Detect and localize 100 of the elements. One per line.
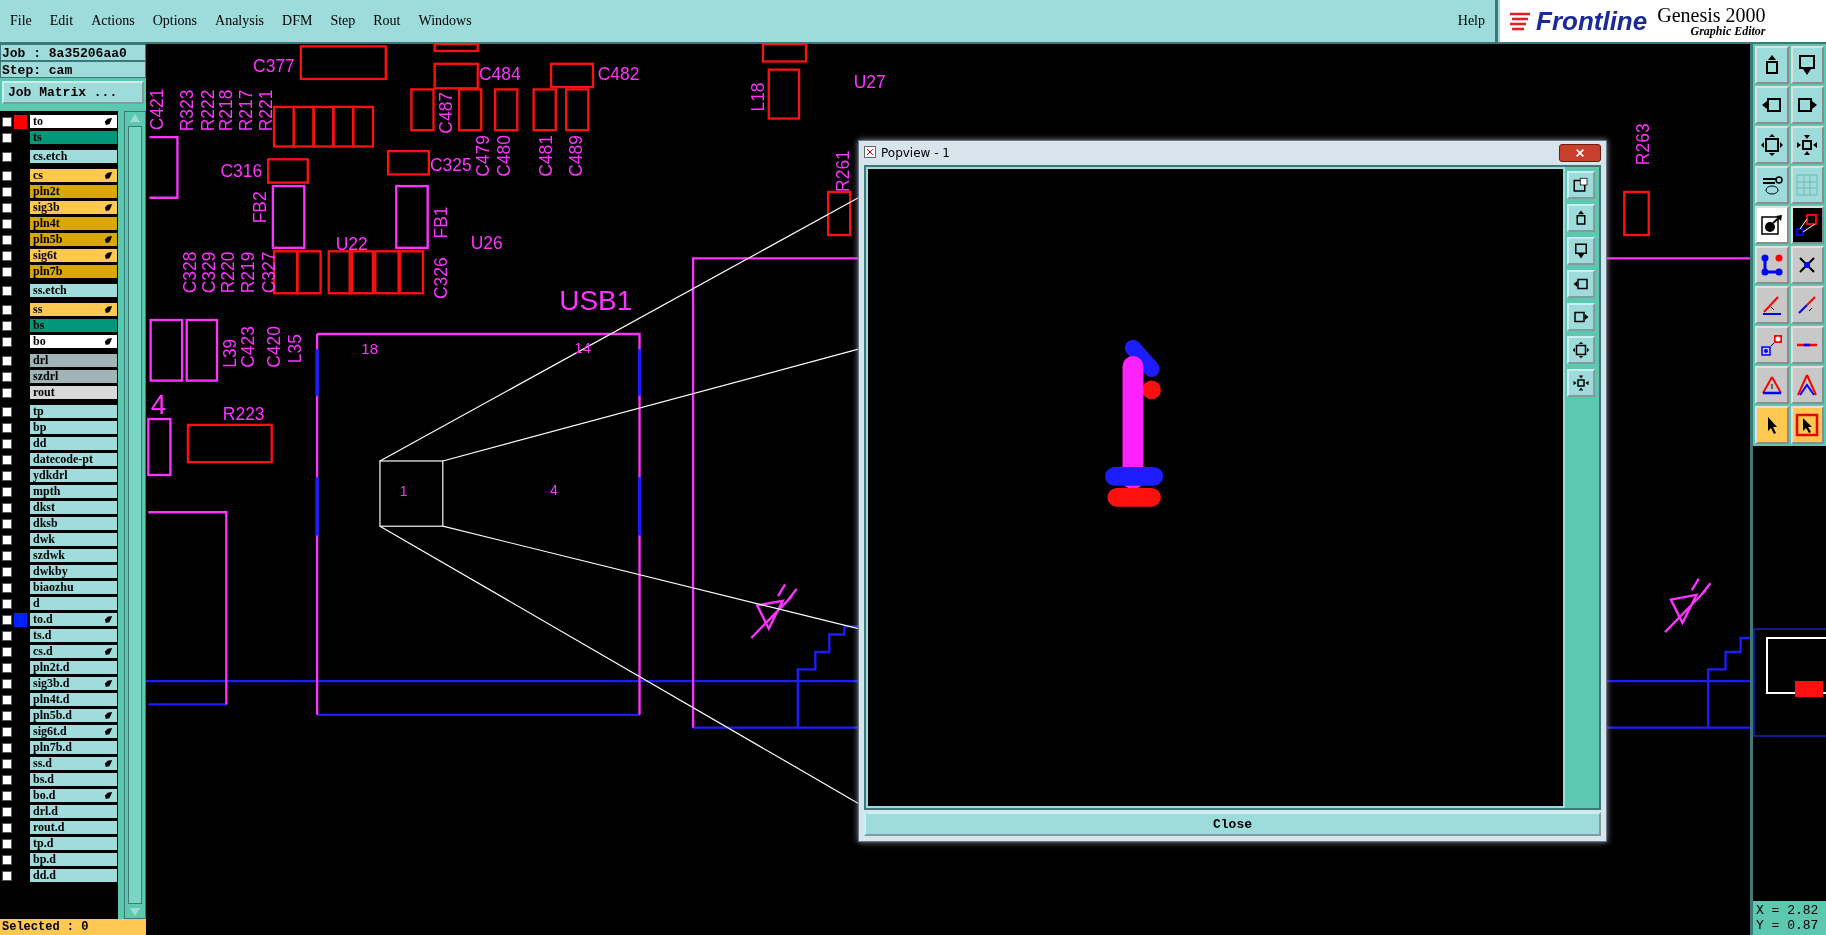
layer-name[interactable]: bs (29, 318, 118, 333)
layer-name[interactable]: rout.d (29, 820, 118, 835)
layer-checkbox[interactable] (2, 518, 12, 529)
layer-name[interactable]: dkst (29, 500, 118, 515)
layer-checkbox[interactable] (2, 304, 12, 315)
layer-checkbox[interactable] (2, 371, 12, 382)
box-arrow-down-icon[interactable] (1790, 46, 1824, 84)
layer-name[interactable]: pln4t.d (29, 692, 118, 707)
layer-name[interactable]: pln4t (29, 216, 118, 231)
cross-icon[interactable] (1790, 246, 1824, 284)
menu-item[interactable]: Step (330, 13, 356, 29)
layer-checkbox[interactable] (2, 598, 12, 609)
menu-item[interactable]: Windows (418, 13, 472, 29)
layer-name[interactable]: dwk (29, 532, 118, 547)
layer-checkbox[interactable] (2, 132, 12, 143)
layer-checkbox[interactable] (2, 406, 12, 417)
layer-checkbox[interactable] (2, 151, 12, 162)
layer-checkbox[interactable] (2, 285, 12, 296)
layer-checkbox[interactable] (2, 790, 12, 801)
job-matrix-button[interactable]: Job Matrix ... (2, 81, 144, 104)
layer-checkbox[interactable] (2, 250, 12, 261)
box-arrow-left-icon[interactable] (1755, 86, 1789, 124)
menu-item[interactable]: File (10, 13, 32, 29)
layer-name[interactable]: szdrl (29, 369, 118, 384)
help-menu[interactable]: Help (1457, 13, 1485, 29)
layer-checkbox[interactable] (2, 422, 12, 433)
layer-checkbox[interactable] (2, 116, 12, 127)
pointer-frame-icon[interactable] (1790, 406, 1824, 444)
layer-name[interactable]: cs (29, 168, 118, 183)
small-square-arrows-icon[interactable] (1567, 369, 1595, 397)
layer-name[interactable]: bs.d (29, 772, 118, 787)
overview-map[interactable] (1753, 628, 1826, 738)
layer-name[interactable]: sig3b (29, 200, 118, 215)
layer-name[interactable]: sig6t (29, 248, 118, 263)
box-arrow-up-icon[interactable] (1755, 46, 1789, 84)
layer-name[interactable]: to (29, 114, 118, 129)
layer-name[interactable]: pln5b.d (29, 708, 118, 723)
box-arrow-left-icon[interactable] (1567, 270, 1595, 298)
layer-name[interactable]: tp.d (29, 836, 118, 851)
menu-item[interactable]: DFM (282, 13, 313, 29)
layer-name[interactable]: ts (29, 130, 118, 145)
layer-checkbox[interactable] (2, 838, 12, 849)
layer-name[interactable]: bo.d (29, 788, 118, 803)
layer-checkbox[interactable] (2, 582, 12, 593)
pointer-icon[interactable] (1755, 406, 1789, 444)
layer-name[interactable]: ydkdrl (29, 468, 118, 483)
layer-checkbox[interactable] (2, 854, 12, 865)
layer-name[interactable]: ss.d (29, 756, 118, 771)
layer-name[interactable]: d (29, 596, 118, 611)
layer-checkbox[interactable] (2, 614, 12, 625)
square-arrows-icon[interactable] (1567, 336, 1595, 364)
box-arrow-up-icon[interactable] (1567, 204, 1595, 232)
layer-name[interactable]: drl (29, 353, 118, 368)
frame-icon[interactable] (1567, 171, 1595, 199)
layer-name[interactable]: biaozhu (29, 580, 118, 595)
layer-name[interactable]: pln7b (29, 264, 118, 279)
layer-name[interactable]: szdwk (29, 548, 118, 563)
layer-name[interactable]: drl.d (29, 804, 118, 819)
layer-checkbox[interactable] (2, 870, 12, 881)
layer-checkbox[interactable] (2, 336, 12, 347)
layer-checkbox[interactable] (2, 550, 12, 561)
layer-name[interactable]: rout (29, 385, 118, 400)
layer-name[interactable]: bp.d (29, 852, 118, 867)
layer-checkbox[interactable] (2, 534, 12, 545)
layer-checkbox[interactable] (2, 566, 12, 577)
layer-checkbox[interactable] (2, 170, 12, 181)
layer-checkbox[interactable] (2, 438, 12, 449)
square-arrows-icon[interactable] (1755, 126, 1789, 164)
box-arrow-right-icon[interactable] (1790, 86, 1824, 124)
layer-checkbox[interactable] (2, 646, 12, 657)
close-button[interactable]: Close (864, 812, 1601, 836)
layer-name[interactable]: dksb (29, 516, 118, 531)
layer-name[interactable]: pln7b.d (29, 740, 118, 755)
box-arrow-down-icon[interactable] (1567, 237, 1595, 265)
layer-checkbox[interactable] (2, 470, 12, 481)
layer-name[interactable]: pln5b (29, 232, 118, 247)
layer-checkbox[interactable] (2, 630, 12, 641)
layer-name[interactable]: mpth (29, 484, 118, 499)
layer-checkbox[interactable] (2, 694, 12, 705)
layer-name[interactable]: dd (29, 436, 118, 451)
menu-item[interactable]: Options (152, 13, 198, 29)
layer-checkbox[interactable] (2, 502, 12, 513)
layer-checkbox[interactable] (2, 234, 12, 245)
layer-checkbox[interactable] (2, 320, 12, 331)
layer-name[interactable]: bo (29, 334, 118, 349)
layer-name[interactable]: ss.etch (29, 283, 118, 298)
layer-name[interactable]: to.d (29, 612, 118, 627)
layer-name[interactable]: ss (29, 302, 118, 317)
small-square-arrows-icon[interactable] (1790, 126, 1824, 164)
layer-name[interactable]: tp (29, 404, 118, 419)
layer-checkbox[interactable] (2, 742, 12, 753)
layer-checkbox[interactable] (2, 454, 12, 465)
layer-name[interactable]: bp (29, 420, 118, 435)
menu-item[interactable]: Edit (49, 13, 74, 29)
close-icon[interactable] (1559, 144, 1601, 162)
layer-checkbox[interactable] (2, 806, 12, 817)
layer-name[interactable]: dwkby (29, 564, 118, 579)
layer-checkbox[interactable] (2, 218, 12, 229)
wrench-pencil-icon[interactable] (1755, 166, 1789, 204)
layer-checkbox[interactable] (2, 822, 12, 833)
